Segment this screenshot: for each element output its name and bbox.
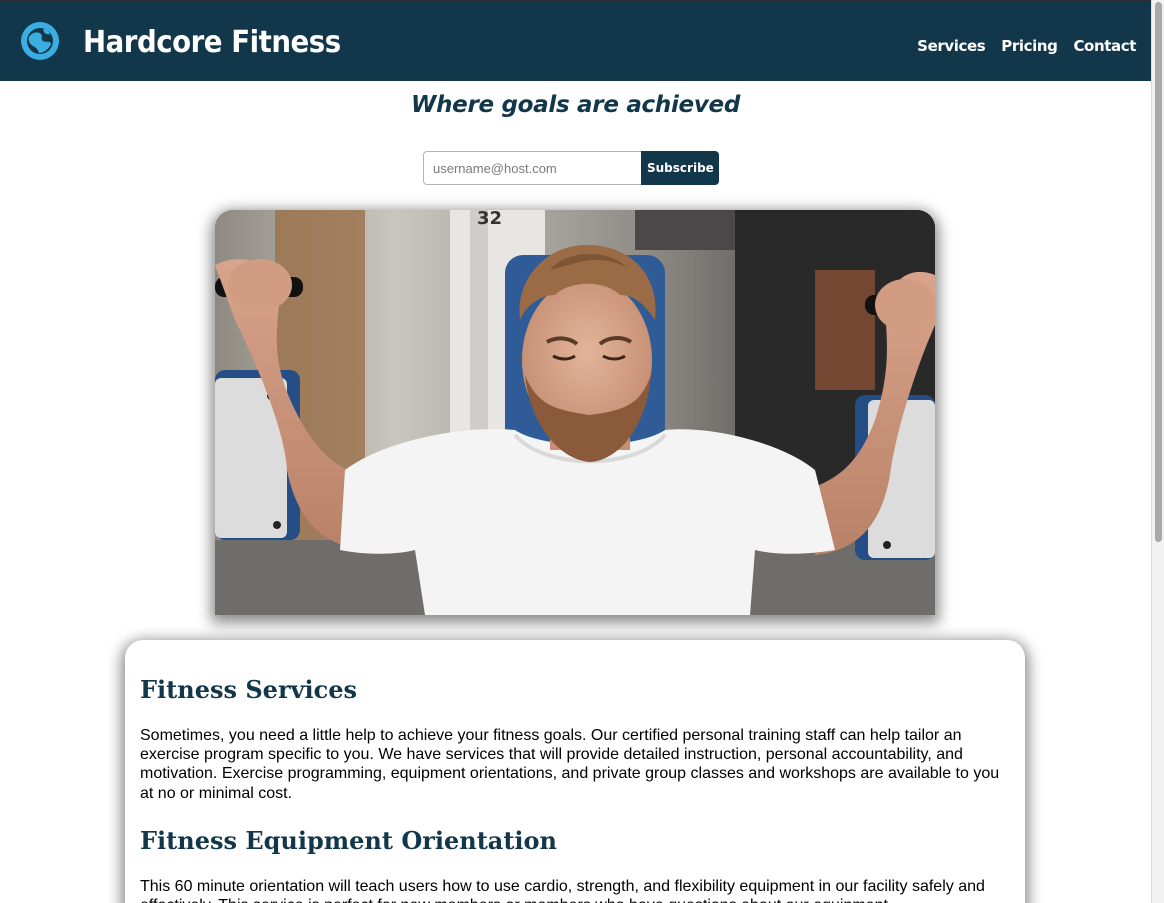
nav-services-link[interactable]: Services: [917, 37, 985, 55]
subscribe-button[interactable]: Subscribe: [641, 151, 719, 185]
section-text-fitness-services: Sometimes, you need a little help to ach…: [140, 727, 1000, 802]
globe-fitness-logo-icon[interactable]: [19, 20, 61, 62]
svg-text:32: 32: [477, 210, 502, 229]
section-title-equipment-orientation: Fitness Equipment Orientation: [140, 825, 557, 855]
nav-pricing-link[interactable]: Pricing: [1001, 37, 1058, 55]
tagline: Where goals are achieved: [411, 92, 740, 118]
vertical-scrollbar[interactable]: [1151, 0, 1164, 903]
main-nav: Services Pricing Contact: [917, 37, 1136, 55]
section-title-fitness-services: Fitness Services: [140, 675, 358, 704]
services-card: Fitness Services Sometimes, you need a l…: [125, 640, 1025, 903]
site-header: Hardcore Fitness Services Pricing Contac…: [0, 0, 1151, 81]
section-text-equipment-orientation: This 60 minute orientation will teach us…: [140, 877, 985, 903]
hero-image: 32: [215, 210, 935, 615]
subscribe-form: Subscribe: [423, 151, 719, 185]
nav-contact-link[interactable]: Contact: [1073, 37, 1136, 55]
brand-title[interactable]: Hardcore Fitness: [83, 23, 341, 63]
page: Hardcore Fitness Services Pricing Contac…: [0, 0, 1164, 903]
email-input[interactable]: [423, 151, 641, 185]
gym-photo: 32: [215, 210, 935, 615]
scrollbar-thumb[interactable]: [1155, 2, 1162, 542]
